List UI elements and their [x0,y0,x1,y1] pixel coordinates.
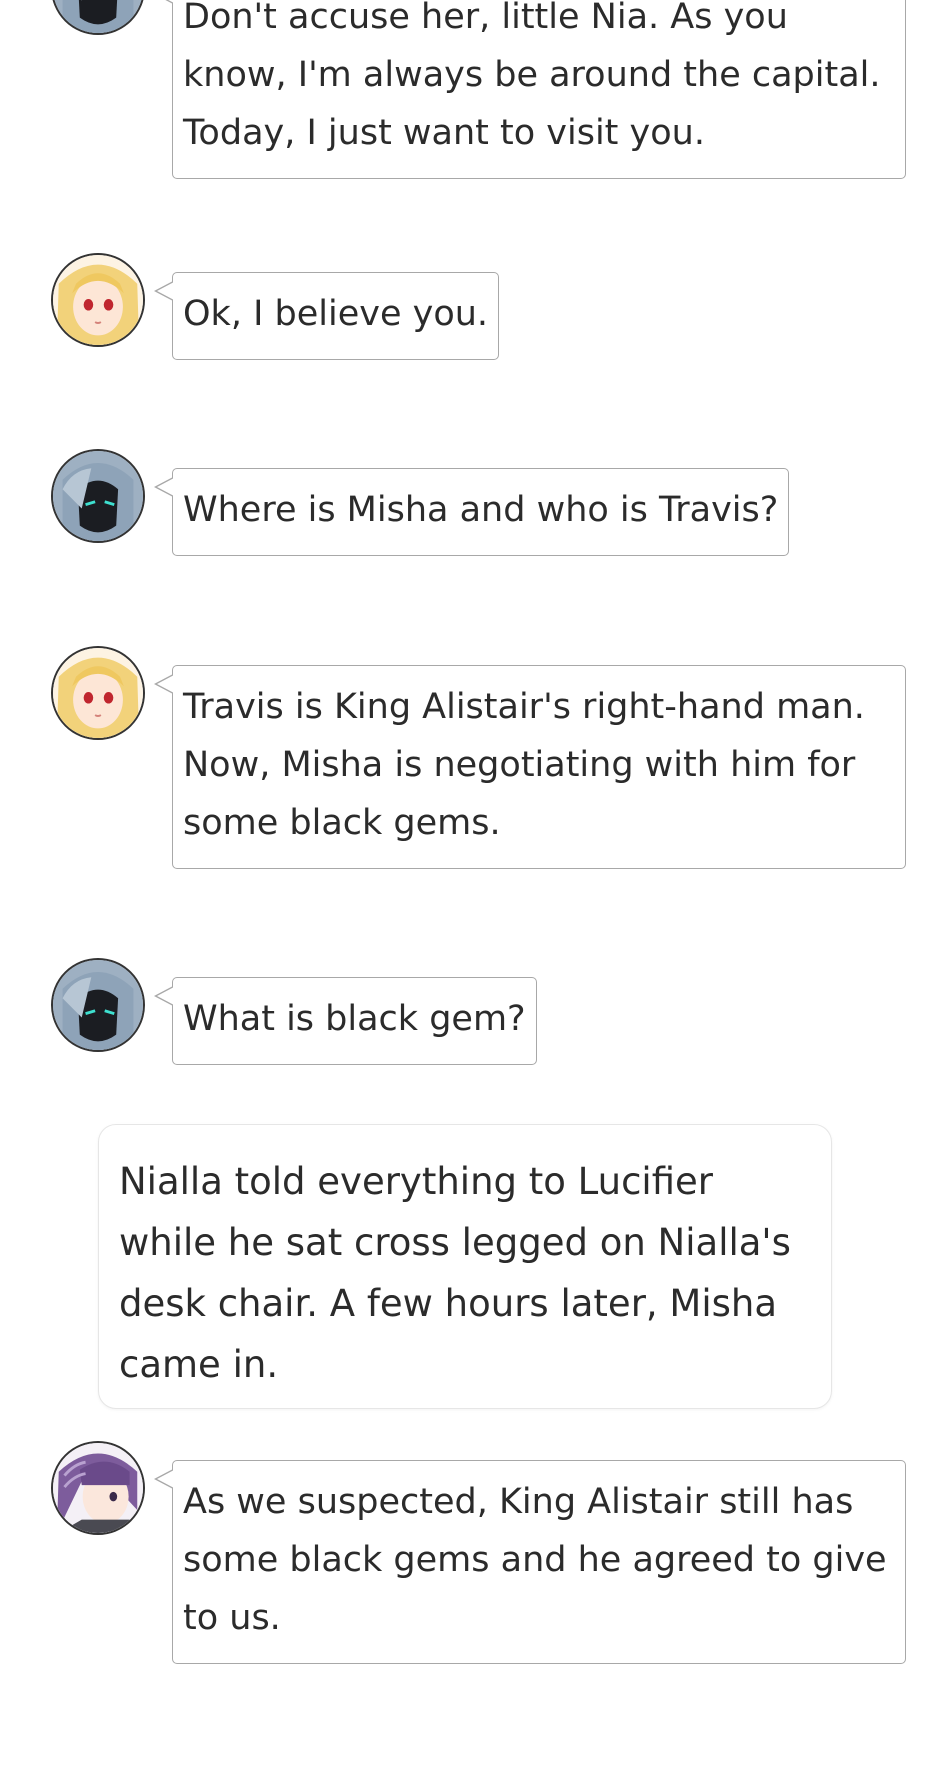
message-text: Where is Misha and who is Travis? [183,490,779,530]
dark-face-character-icon [53,0,143,33]
narration-box: Nialla told everything to Lucifier while… [98,1124,832,1409]
avatar-lucifer[interactable] [51,449,145,543]
dark-face-character-icon [53,451,143,541]
speech-bubble: Where is Misha and who is Travis? [154,468,790,556]
message-text: Travis is King Alistair's right-hand man… [183,687,865,843]
narration-text: Nialla told everything to Lucifier while… [119,1160,791,1386]
avatar-nialla[interactable] [51,253,145,347]
speech-bubble: Travis is King Alistair's right-hand man… [154,665,906,869]
dark-face-character-icon [53,960,143,1050]
speech-bubble: Don't accuse her, little Nia. As you kno… [154,0,906,179]
avatar-lucifer[interactable] [51,958,145,1052]
message-text: Don't accuse her, little Nia. As you kno… [183,0,881,153]
message-text: What is black gem? [183,999,526,1039]
blonde-girl-character-icon [53,648,143,738]
avatar-lucifer[interactable] [51,0,145,35]
avatar-nialla[interactable] [51,646,145,740]
purple-hair-character-icon [53,1443,143,1533]
speech-bubble: What is black gem? [154,977,537,1065]
avatar-misha[interactable] [51,1441,145,1535]
message-text: As we suspected, King Alistair still has… [183,1482,887,1638]
message-text: Ok, I believe you. [183,294,489,334]
blonde-girl-character-icon [53,255,143,345]
speech-bubble: Ok, I believe you. [154,272,500,360]
speech-bubble: As we suspected, King Alistair still has… [154,1460,906,1664]
